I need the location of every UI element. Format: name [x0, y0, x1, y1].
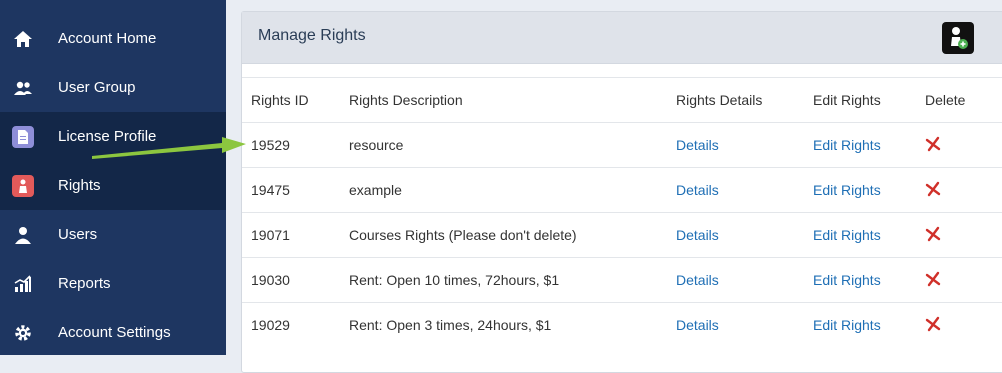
table-row: 19529 resource Details Edit Rights: [242, 122, 1002, 168]
sidebar-item-label: Account Settings: [58, 324, 171, 341]
rights-id: 19030: [242, 257, 349, 303]
details-link[interactable]: Details: [676, 227, 719, 243]
rights-description: Rent: Open 3 times, 24hours, $1: [349, 302, 676, 347]
table-row: 19029 Rent: Open 3 times, 24hours, $1 De…: [242, 302, 1002, 347]
sidebar-item-label: Reports: [58, 275, 111, 292]
edit-rights-link[interactable]: Edit Rights: [813, 182, 881, 198]
add-rights-button[interactable]: [942, 22, 974, 54]
page-title: Manage Rights: [258, 27, 366, 44]
details-link[interactable]: Details: [676, 137, 719, 153]
table-row: 19475 example Details Edit Rights: [242, 167, 1002, 213]
edit-rights-link[interactable]: Edit Rights: [813, 272, 881, 288]
sidebar-item-label: User Group: [58, 79, 136, 96]
rights-id: 19029: [242, 302, 349, 347]
table-row: 19030 Rent: Open 10 times, 72hours, $1 D…: [242, 257, 1002, 303]
delete-icon[interactable]: [925, 136, 941, 152]
edit-rights-link[interactable]: Edit Rights: [813, 317, 881, 333]
add-user-icon: [951, 27, 968, 49]
rights-description: Rent: Open 10 times, 72hours, $1: [349, 257, 676, 303]
rights-table: Rights ID Rights Description Rights Deta…: [242, 77, 1002, 347]
user-group-icon: [12, 77, 34, 99]
sidebar-item-account-settings[interactable]: Account Settings: [0, 308, 226, 357]
details-link[interactable]: Details: [676, 317, 719, 333]
sidebar-item-reports[interactable]: Reports: [0, 259, 226, 308]
rights-id: 19529: [242, 122, 349, 168]
table-row: 19071 Courses Rights (Please don't delet…: [242, 212, 1002, 258]
sidebar-item-label: Users: [58, 226, 98, 243]
delete-icon[interactable]: [925, 226, 941, 242]
delete-icon[interactable]: [925, 181, 941, 197]
sidebar-item-account-home[interactable]: Account Home: [0, 14, 226, 63]
sidebar-item-users[interactable]: Users: [0, 210, 226, 259]
home-icon: [12, 28, 34, 50]
column-header-rights-description: Rights Description: [349, 77, 676, 123]
column-header-rights-id: Rights ID: [242, 77, 349, 123]
column-header-rights-details: Rights Details: [676, 77, 813, 123]
sidebar-item-license-profile[interactable]: License Profile: [0, 112, 226, 161]
rights-description: Courses Rights (Please don't delete): [349, 212, 676, 258]
panel-header: Manage Rights: [242, 12, 1002, 64]
lock-icon: [12, 174, 34, 197]
sidebar-item-rights[interactable]: Rights: [0, 161, 226, 210]
gear-icon: [12, 322, 34, 344]
sidebar-item-label: Account Home: [58, 30, 157, 47]
column-header-edit-rights: Edit Rights: [813, 77, 925, 123]
delete-icon[interactable]: [925, 316, 941, 332]
column-header-delete: Delete: [925, 77, 1002, 123]
details-link[interactable]: Details: [676, 272, 719, 288]
sidebar-item-label: Rights: [58, 177, 101, 194]
sidebar-item-label: License Profile: [58, 128, 157, 145]
document-icon: [12, 125, 34, 148]
main-content: Manage Rights Rights ID Rights Descripti…: [226, 0, 1002, 373]
chart-icon: [12, 273, 34, 295]
user-icon: [12, 224, 34, 246]
table-header-row: Rights ID Rights Description Rights Deta…: [242, 77, 1002, 123]
sidebar-item-user-group[interactable]: User Group: [0, 63, 226, 112]
edit-rights-link[interactable]: Edit Rights: [813, 137, 881, 153]
manage-rights-panel: Manage Rights Rights ID Rights Descripti…: [241, 11, 1002, 373]
details-link[interactable]: Details: [676, 182, 719, 198]
rights-description: resource: [349, 122, 676, 168]
sidebar: Account Home User Group License Profile …: [0, 0, 226, 355]
rights-description: example: [349, 167, 676, 213]
delete-icon[interactable]: [925, 271, 941, 287]
rights-id: 19071: [242, 212, 349, 258]
edit-rights-link[interactable]: Edit Rights: [813, 227, 881, 243]
rights-id: 19475: [242, 167, 349, 213]
